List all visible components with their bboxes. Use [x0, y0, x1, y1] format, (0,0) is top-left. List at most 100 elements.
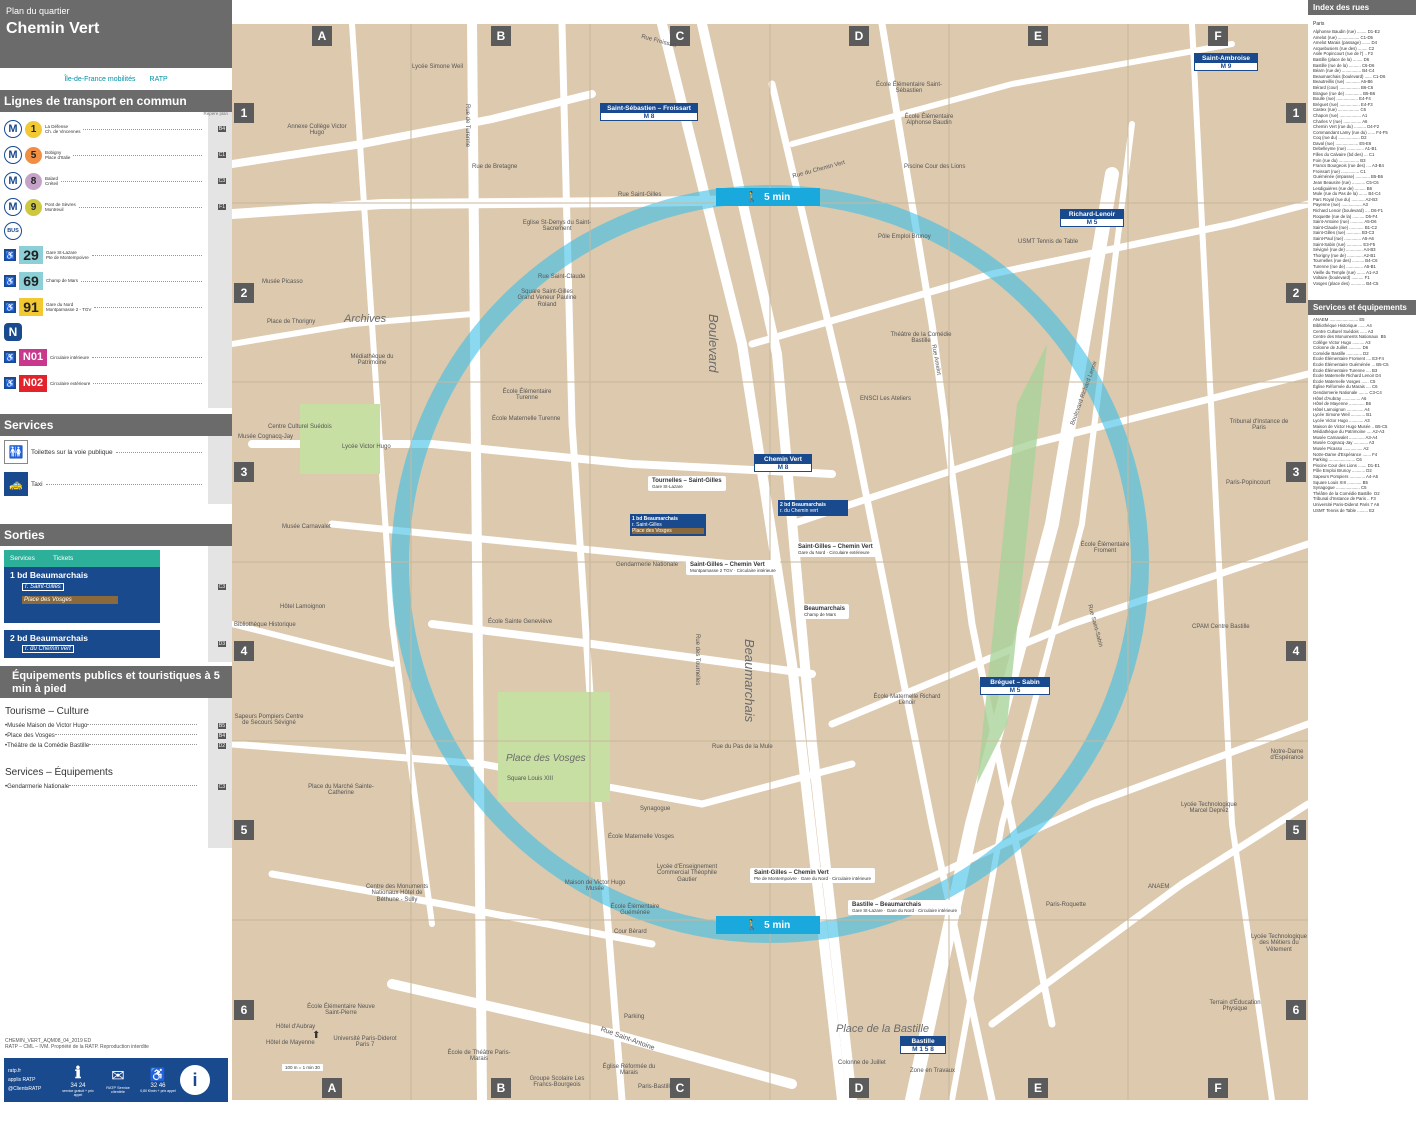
station-name: Saint-Sébastien – Froissart	[601, 104, 697, 113]
exit-sub1: r. du Chemin vert	[22, 645, 74, 653]
sorties-heading: Sorties	[0, 524, 232, 546]
exit-number: 2	[10, 633, 15, 643]
map-label: École Élémentaire Guéménée	[610, 904, 660, 917]
ratp-site-link[interactable]: ratp.fr	[8, 1068, 56, 1074]
accessible-icon: ♿	[4, 351, 16, 363]
bus-stop-saint-gilles-chemin-vert-2[interactable]: Saint-Gilles – Chemin Vert Gare du Nord …	[794, 542, 877, 557]
map-label: Terrain d'Éducation Physique	[1209, 1000, 1261, 1013]
service-toilets: 🚻 Toilettes sur la voie publique	[0, 436, 232, 468]
map-label: Lycée Technologique Marcel Deprez	[1180, 802, 1238, 815]
station-breguet-sabin[interactable]: Bréguet – Sabin M 5	[980, 677, 1050, 695]
transport-heading-text: Lignes de transport en commun	[4, 94, 187, 108]
exit-2-sign: 2 bd Beaumarchais r. du Chemin vert	[4, 630, 160, 658]
metro-ref: C1	[217, 152, 226, 158]
neighborhood-map[interactable]: 🚶 5 min 🚶 5 min A B C D E F A B C D E F 1 …	[232, 24, 1308, 1100]
exit-2-ref: D3	[217, 641, 226, 647]
service-client: ✉ RATP Service clientèle	[100, 1066, 136, 1094]
twitter-link[interactable]: @ClientsRATP	[8, 1086, 56, 1092]
metro-icon: M	[4, 120, 22, 138]
map-label: Rue Saint-Gilles	[618, 192, 662, 198]
equipements-heading-text: Équipements publics et touristiques à 5 …	[12, 670, 220, 695]
metro-ref: F1	[218, 204, 226, 210]
lycee-victor-hugo-garden	[300, 404, 380, 474]
noctilien-lines: ♿ N01 Circulaire intérieure ♿ N02 Circulaire …	[0, 344, 232, 396]
tourism-ref: B5	[217, 723, 226, 729]
station-saint-ambroise[interactable]: Saint-Ambroise M 9	[1194, 53, 1258, 71]
bus-stop-tournelles-saint-gilles[interactable]: Tournelles – Saint-Gilles Gare St-Lazare	[648, 476, 726, 491]
grid-row-3-right: 3	[1286, 462, 1306, 482]
phone-note-1: service gratuit + prix appel	[62, 1089, 94, 1097]
tourism-item: • Musée Maison de Victor Hugo B5	[5, 723, 226, 729]
map-label: Hôtel d'Aubray	[276, 1024, 316, 1030]
bus-terminus-2: Montparnasse 2 - TGV	[46, 307, 92, 312]
phone-note-2: 0,80 €/min + prix appel	[140, 1089, 176, 1093]
grid-row-5-right: 5	[1286, 820, 1306, 840]
services-label: Services	[10, 555, 35, 562]
equipements-heading: Équipements publics et touristiques à 5 …	[0, 666, 232, 698]
equip-services-heading: Services – Équipements	[5, 767, 113, 778]
metro-ref: C3	[217, 178, 226, 184]
map-label: Place de Thorigny	[267, 319, 316, 325]
walk-time-badge-bottom: 🚶 5 min	[716, 916, 820, 934]
noctilien-line-badge: N02	[19, 374, 47, 392]
map-label: Square Saint-Gilles Grand Veneur Pauline…	[517, 289, 577, 308]
map-label: École Maternelle Richard Lenoir	[873, 694, 941, 707]
bus-stop-saint-gilles-chemin-vert-1[interactable]: Saint-Gilles – Chemin Vert Montparnasse …	[686, 560, 780, 575]
station-name: Bastille	[901, 1037, 945, 1046]
station-name: Richard-Lenoir	[1061, 210, 1123, 219]
grid-row-1-left: 1	[234, 103, 254, 123]
grid-row-2-right: 2	[1286, 283, 1306, 303]
map-label: ANAEM	[1148, 884, 1170, 890]
place-des-vosges-park	[498, 692, 610, 802]
station-richard-lenoir[interactable]: Richard-Lenoir M 5	[1060, 209, 1124, 227]
map-label: École Élémentaire Alphonse Baudin	[904, 114, 954, 127]
envelope-icon: ✉	[111, 1068, 125, 1085]
sorties-list: Services Tickets 1 bd Beaumarchais r. Sa…	[0, 546, 232, 662]
services-heading: Services	[0, 414, 232, 436]
equip-index-list: ANAEM ........................ E5 Bibliot…	[1308, 315, 1416, 515]
bus-terminus-1: Champ de Mars	[46, 278, 79, 284]
service-label: Taxi	[31, 480, 43, 488]
map-label: Église Réformée du Marais	[602, 1064, 656, 1077]
map-label: École Élémentaire Neuve Saint-Pierre	[307, 1004, 375, 1017]
tourism-ref: D2	[217, 743, 226, 749]
map-label: Université Paris-Diderot Paris 7	[333, 1036, 397, 1049]
header: Plan du quartier Chemin Vert	[0, 0, 232, 68]
grid-row-2-left: 2	[234, 283, 254, 303]
map-label: Archives	[344, 313, 387, 325]
grid-col-b-top: B	[491, 26, 511, 46]
map-label: Hôtel Lamoignon	[280, 604, 326, 610]
grid-row-1-right: 1	[1286, 103, 1306, 123]
station-saint-sebastien-froissart[interactable]: Saint-Sébastien – Froissart M 8	[600, 103, 698, 121]
street-index-panel: Index des rues Paris Alphonse Baudin (ru…	[1308, 0, 1416, 1122]
transport-list: Repère plan M 1 La Défense Ch. de Vincennes…	[0, 111, 232, 408]
bus-stop-detail: Gare du Nord · Circulaire extérieure	[798, 550, 870, 555]
exit-sub1: r. du Chemin vert	[780, 508, 819, 514]
map-scale: 100 m = 1 min 30	[282, 1064, 323, 1071]
map-label: École Sainte Geneviève	[488, 619, 553, 625]
ratp-apps-link[interactable]: applis RATP	[8, 1077, 56, 1083]
bus-stop-bastille-beaumarchais[interactable]: Bastille – Beaumarchais Gare St-Lazare ·…	[848, 900, 962, 915]
station-bastille[interactable]: Bastille M 1 5 8	[900, 1036, 946, 1054]
bus-line-row: ♿ 91 Gare du Nord Montparnasse 2 - TGV	[0, 294, 232, 320]
map-label: Musée Cognacq-Jay	[238, 434, 294, 440]
map-label: Centre des Monuments Nationaux Hôtel de …	[365, 884, 429, 903]
grid-row-3-left: 3	[234, 462, 254, 482]
street-index-entry: Vosges (place des) ............ B4-C5	[1313, 280, 1379, 286]
taxi-icon: 🚕	[4, 472, 28, 496]
map-label: Lycée Victor Hugo	[342, 444, 391, 450]
map-label: École de Théâtre Paris-Marais	[447, 1050, 511, 1063]
tourism-ref: B4	[217, 733, 226, 739]
bus-stop-saint-gilles-chemin-vert-3[interactable]: Saint-Gilles – Chemin Vert Pte de Montem…	[750, 868, 876, 883]
station-chemin-vert[interactable]: Chemin Vert M 8	[754, 454, 812, 472]
bus-stop-beaumarchais[interactable]: Beaumarchais Champ de Mars	[800, 604, 850, 619]
walk-time-label: 5 min	[764, 919, 791, 931]
map-label: Zone en Travaux	[910, 1068, 956, 1074]
tourism-label: Musée Maison de Victor Hugo	[7, 723, 88, 729]
map-label: Place de la Bastille	[836, 1023, 929, 1035]
bus-line-row: ♿ 29 Gare St-Lazare Pte de Montempoivre	[0, 242, 232, 268]
grid-row-6-left: 6	[234, 1000, 254, 1020]
map-label: Lycée Simone Weil	[412, 64, 464, 70]
tourism-heading: Tourisme – Culture	[5, 706, 89, 717]
page-title: Chemin Vert	[6, 20, 100, 37]
